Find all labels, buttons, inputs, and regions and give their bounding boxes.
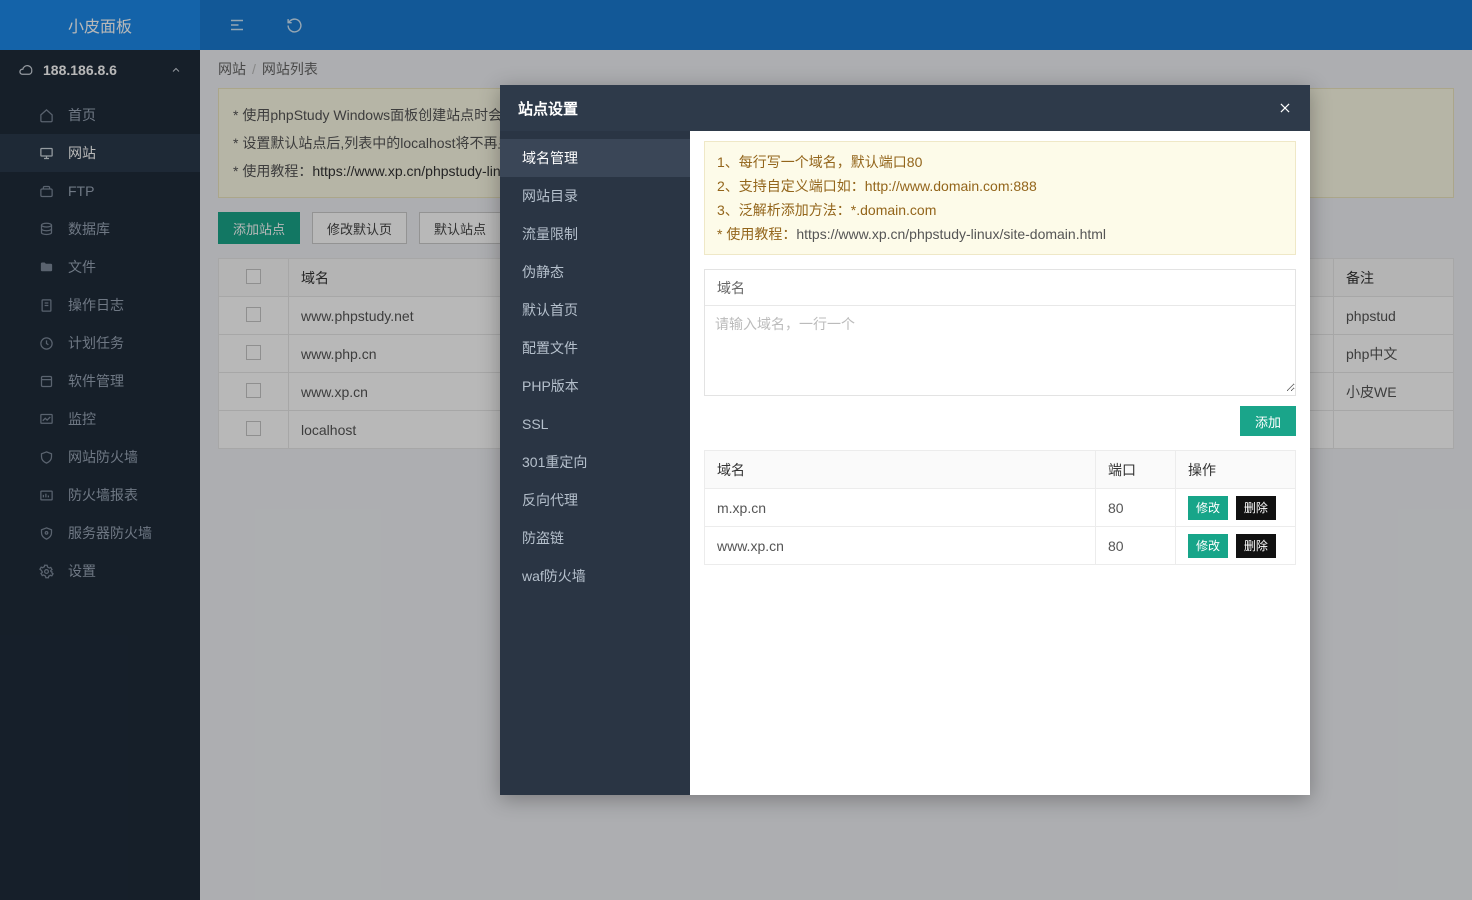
modal-tab-ssl[interactable]: SSL — [500, 405, 690, 443]
site-settings-modal: 站点设置 域名管理 网站目录 流量限制 伪静态 默认首页 配置文件 PHP版本 … — [500, 85, 1310, 795]
domain-table: 域名 端口 操作 m.xp.cn 80 修改 删除 — [704, 450, 1296, 565]
hint-line: 2、支持自定义端口如：http://www.domain.com:888 — [717, 174, 1283, 198]
dtable-cell-port: 80 — [1096, 527, 1176, 565]
modal-title: 站点设置 — [518, 98, 578, 119]
dtable-cell-ops: 修改 删除 — [1176, 489, 1296, 527]
modal-tab-traffic[interactable]: 流量限制 — [500, 215, 690, 253]
dtable-cell-domain: m.xp.cn — [705, 489, 1096, 527]
modal-sidebar: 域名管理 网站目录 流量限制 伪静态 默认首页 配置文件 PHP版本 SSL 3… — [500, 131, 690, 795]
dtable-cell-ops: 修改 删除 — [1176, 527, 1296, 565]
add-domain-button[interactable]: 添加 — [1240, 406, 1296, 436]
dtable-header-domain: 域名 — [705, 451, 1096, 489]
dtable-cell-port: 80 — [1096, 489, 1176, 527]
dtable-header-ops: 操作 — [1176, 451, 1296, 489]
modal-tab-rewrite[interactable]: 伪静态 — [500, 253, 690, 291]
modal-tab-conf[interactable]: 配置文件 — [500, 329, 690, 367]
modify-button[interactable]: 修改 — [1188, 496, 1228, 520]
modal-tab-hotlink[interactable]: 防盗链 — [500, 519, 690, 557]
modal-tab-index[interactable]: 默认首页 — [500, 291, 690, 329]
delete-button[interactable]: 删除 — [1236, 496, 1276, 520]
hint-line: 1、每行写一个域名，默认端口80 — [717, 150, 1283, 174]
delete-button[interactable]: 删除 — [1236, 534, 1276, 558]
modal-tab-301[interactable]: 301重定向 — [500, 443, 690, 481]
modal-header: 站点设置 — [500, 85, 1310, 131]
hint-line: * 使用教程：https://www.xp.cn/phpstudy-linux/… — [717, 222, 1283, 246]
dtable-header-port: 端口 — [1096, 451, 1176, 489]
modal-tab-waf[interactable]: waf防火墙 — [500, 557, 690, 595]
dtable-row: m.xp.cn 80 修改 删除 — [705, 489, 1296, 527]
hint-box: 1、每行写一个域名，默认端口80 2、支持自定义端口如：http://www.d… — [704, 141, 1296, 255]
modal-tab-domain[interactable]: 域名管理 — [500, 139, 690, 177]
hint-line: 3、泛解析添加方法：*.domain.com — [717, 198, 1283, 222]
hint-link[interactable]: https://www.xp.cn/phpstudy-linux/site-do… — [796, 226, 1106, 242]
domain-panel-title: 域名 — [705, 270, 1295, 306]
close-icon[interactable] — [1278, 101, 1292, 115]
domain-panel: 域名 — [704, 269, 1296, 396]
modal-tab-php[interactable]: PHP版本 — [500, 367, 690, 405]
dtable-row: www.xp.cn 80 修改 删除 — [705, 527, 1296, 565]
modal-tab-proxy[interactable]: 反向代理 — [500, 481, 690, 519]
domain-textarea[interactable] — [705, 306, 1295, 392]
modal-content: 1、每行写一个域名，默认端口80 2、支持自定义端口如：http://www.d… — [690, 131, 1310, 795]
dtable-cell-domain: www.xp.cn — [705, 527, 1096, 565]
modify-button[interactable]: 修改 — [1188, 534, 1228, 558]
modal-tab-dir[interactable]: 网站目录 — [500, 177, 690, 215]
